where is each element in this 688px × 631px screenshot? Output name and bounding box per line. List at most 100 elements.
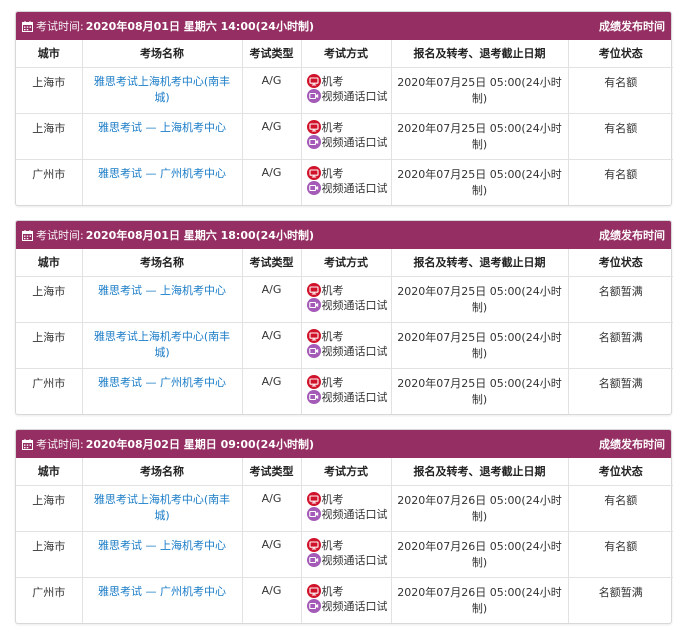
- video-call-icon: [306, 599, 321, 613]
- column-header-deadline: 报名及转考、退考截止日期: [391, 458, 569, 486]
- table-row: 上海市 雅思考试上海机考中心(南丰城) A/G 机考 视频通话口试 2020年0…: [16, 485, 673, 532]
- exam-center-link[interactable]: 雅思考试 — 广州机考中心: [82, 577, 243, 623]
- computer-icon: [306, 584, 321, 598]
- exam-type-cell: A/G: [242, 485, 302, 532]
- exam-mode-cell: 机考 视频通话口试: [301, 159, 392, 205]
- mode-video-label: 视频通话口试: [321, 135, 388, 149]
- seat-status-cell: 名额暂满: [598, 376, 643, 390]
- mode-video-label: 视频通话口试: [321, 553, 388, 567]
- table-row: 上海市 雅思考试上海机考中心(南丰城) A/G 机考 视频通话口试 2020年0…: [16, 322, 673, 369]
- exam-mode-cell: 机考 视频通话口试: [301, 276, 392, 323]
- city-cell: 广州市: [16, 577, 83, 623]
- city-cell: 上海市: [16, 67, 83, 114]
- exam-center-link[interactable]: 雅思考试 — 上海机考中心: [82, 531, 243, 578]
- deadline-cell: 2020年07月25日 05:00(24小时制): [391, 368, 569, 414]
- exam-mode-cell: 机考 视频通话口试: [301, 67, 392, 114]
- session-header: 考试时间: 2020年08月02日 星期日 09:00(24小时制) 成绩发布时…: [16, 430, 671, 458]
- city-cell: 广州市: [16, 159, 83, 205]
- table-row: 上海市 雅思考试上海机考中心(南丰城) A/G 机考 视频通话口试 2020年0…: [16, 67, 673, 114]
- exam-time-label: 考试时间:: [36, 20, 84, 33]
- score-release-time-link[interactable]: 成绩发布时间: [599, 18, 665, 34]
- exam-center-link[interactable]: 雅思考试 — 广州机考中心: [82, 159, 243, 205]
- seat-status-cell: 有名额: [604, 167, 638, 181]
- mode-video-label: 视频通话口试: [321, 390, 388, 404]
- column-header-city: 城市: [16, 458, 83, 486]
- score-release-time-link[interactable]: 成绩发布时间: [599, 227, 665, 243]
- mode-video-label: 视频通话口试: [321, 298, 388, 312]
- column-header-city: 城市: [16, 249, 83, 277]
- city-cell: 上海市: [16, 322, 83, 369]
- exam-type-cell: A/G: [242, 67, 302, 114]
- seat-status-cell: 有名额: [568, 485, 673, 532]
- mode-machine-label: 机考: [321, 375, 344, 389]
- table-row: 广州市 雅思考试 — 广州机考中心 A/G 机考 视频通话口试 2020年07月…: [16, 159, 673, 205]
- city-cell: 广州市: [16, 368, 83, 414]
- exam-center-table: 城市 考场名称 考试类型 考试方式 报名及转考、退考截止日期 考位状态 上海市 …: [16, 249, 673, 414]
- deadline-cell: 2020年07月25日 05:00(24小时制): [391, 322, 569, 369]
- mode-machine-label: 机考: [321, 166, 344, 180]
- column-header-center: 考场名称: [82, 458, 243, 486]
- exam-type-cell: A/G: [242, 531, 302, 578]
- exam-mode-cell: 机考 视频通话口试: [301, 368, 392, 414]
- column-header-type: 考试类型: [242, 249, 302, 277]
- exam-mode-cell: 机考 视频通话口试: [301, 531, 392, 578]
- computer-icon: [306, 538, 321, 552]
- column-header-deadline: 报名及转考、退考截止日期: [391, 249, 569, 277]
- table-row: 广州市 雅思考试 — 广州机考中心 A/G 机考 视频通话口试 2020年07月…: [16, 368, 673, 414]
- exam-center-table: 城市 考场名称 考试类型 考试方式 报名及转考、退考截止日期 考位状态 上海市 …: [16, 40, 673, 205]
- calendar-icon: [22, 20, 33, 32]
- exam-datetime: 2020年08月01日 星期六 14:00(24小时制): [85, 20, 314, 33]
- mode-video-label: 视频通话口试: [321, 89, 388, 103]
- exam-session-panel: 考试时间: 2020年08月02日 星期日 09:00(24小时制) 成绩发布时…: [15, 429, 673, 624]
- column-header-center: 考场名称: [82, 249, 243, 277]
- seat-status-cell: 有名额: [568, 113, 673, 160]
- deadline-cell: 2020年07月26日 05:00(24小时制): [391, 485, 569, 532]
- exam-datetime: 2020年08月02日 星期日 09:00(24小时制): [85, 438, 314, 451]
- exam-center-link[interactable]: 雅思考试上海机考中心(南丰城): [82, 322, 243, 369]
- deadline-cell: 2020年07月25日 05:00(24小时制): [391, 67, 569, 114]
- exam-type-cell: A/G: [242, 113, 302, 160]
- exam-type-cell: A/G: [242, 577, 302, 623]
- exam-center-link[interactable]: 雅思考试上海机考中心(南丰城): [82, 67, 243, 114]
- exam-type-cell: A/G: [242, 368, 302, 414]
- column-header-deadline: 报名及转考、退考截止日期: [391, 40, 569, 68]
- deadline-cell: 2020年07月25日 05:00(24小时制): [391, 159, 569, 205]
- mode-video-label: 视频通话口试: [321, 599, 388, 613]
- mode-machine-label: 机考: [321, 538, 344, 552]
- deadline-cell: 2020年07月26日 05:00(24小时制): [391, 577, 569, 623]
- column-header-mode: 考试方式: [301, 458, 392, 486]
- computer-icon: [306, 166, 321, 180]
- score-release-time-link[interactable]: 成绩发布时间: [599, 436, 665, 452]
- table-header-row: 城市 考场名称 考试类型 考试方式 报名及转考、退考截止日期 考位状态: [16, 40, 673, 68]
- deadline-cell: 2020年07月25日 05:00(24小时制): [391, 276, 569, 323]
- video-call-icon: [306, 89, 321, 103]
- column-header-status: 考位状态: [568, 458, 673, 486]
- computer-icon: [306, 74, 321, 88]
- table-row: 上海市 雅思考试 — 上海机考中心 A/G 机考 视频通话口试 2020年07月…: [16, 113, 673, 160]
- seat-status-cell: 名额暂满: [568, 322, 673, 369]
- video-call-icon: [306, 298, 321, 312]
- deadline-cell: 2020年07月25日 05:00(24小时制): [391, 113, 569, 160]
- table-row: 上海市 雅思考试 — 上海机考中心 A/G 机考 视频通话口试 2020年07月…: [16, 531, 673, 578]
- exam-center-link[interactable]: 雅思考试 — 广州机考中心: [82, 368, 243, 414]
- computer-icon: [306, 329, 321, 343]
- exam-center-link[interactable]: 雅思考试 — 上海机考中心: [82, 113, 243, 160]
- exam-center-link[interactable]: 雅思考试 — 上海机考中心: [82, 276, 243, 323]
- column-header-mode: 考试方式: [301, 249, 392, 277]
- mode-machine-label: 机考: [321, 492, 344, 506]
- mode-machine-label: 机考: [321, 74, 344, 88]
- exam-center-link[interactable]: 雅思考试上海机考中心(南丰城): [82, 485, 243, 532]
- video-call-icon: [306, 507, 321, 521]
- exam-mode-cell: 机考 视频通话口试: [301, 485, 392, 532]
- computer-icon: [306, 375, 321, 389]
- city-cell: 上海市: [16, 485, 83, 532]
- exam-time-label: 考试时间:: [36, 229, 84, 242]
- session-header: 考试时间: 2020年08月01日 星期六 18:00(24小时制) 成绩发布时…: [16, 221, 671, 249]
- deadline-cell: 2020年07月26日 05:00(24小时制): [391, 531, 569, 578]
- mode-video-label: 视频通话口试: [321, 181, 388, 195]
- session-header: 考试时间: 2020年08月01日 星期六 14:00(24小时制) 成绩发布时…: [16, 12, 671, 40]
- mode-machine-label: 机考: [321, 283, 344, 297]
- seat-status-cell: 有名额: [568, 67, 673, 114]
- exam-session-panel: 考试时间: 2020年08月01日 星期六 18:00(24小时制) 成绩发布时…: [15, 220, 673, 415]
- exam-type-cell: A/G: [242, 322, 302, 369]
